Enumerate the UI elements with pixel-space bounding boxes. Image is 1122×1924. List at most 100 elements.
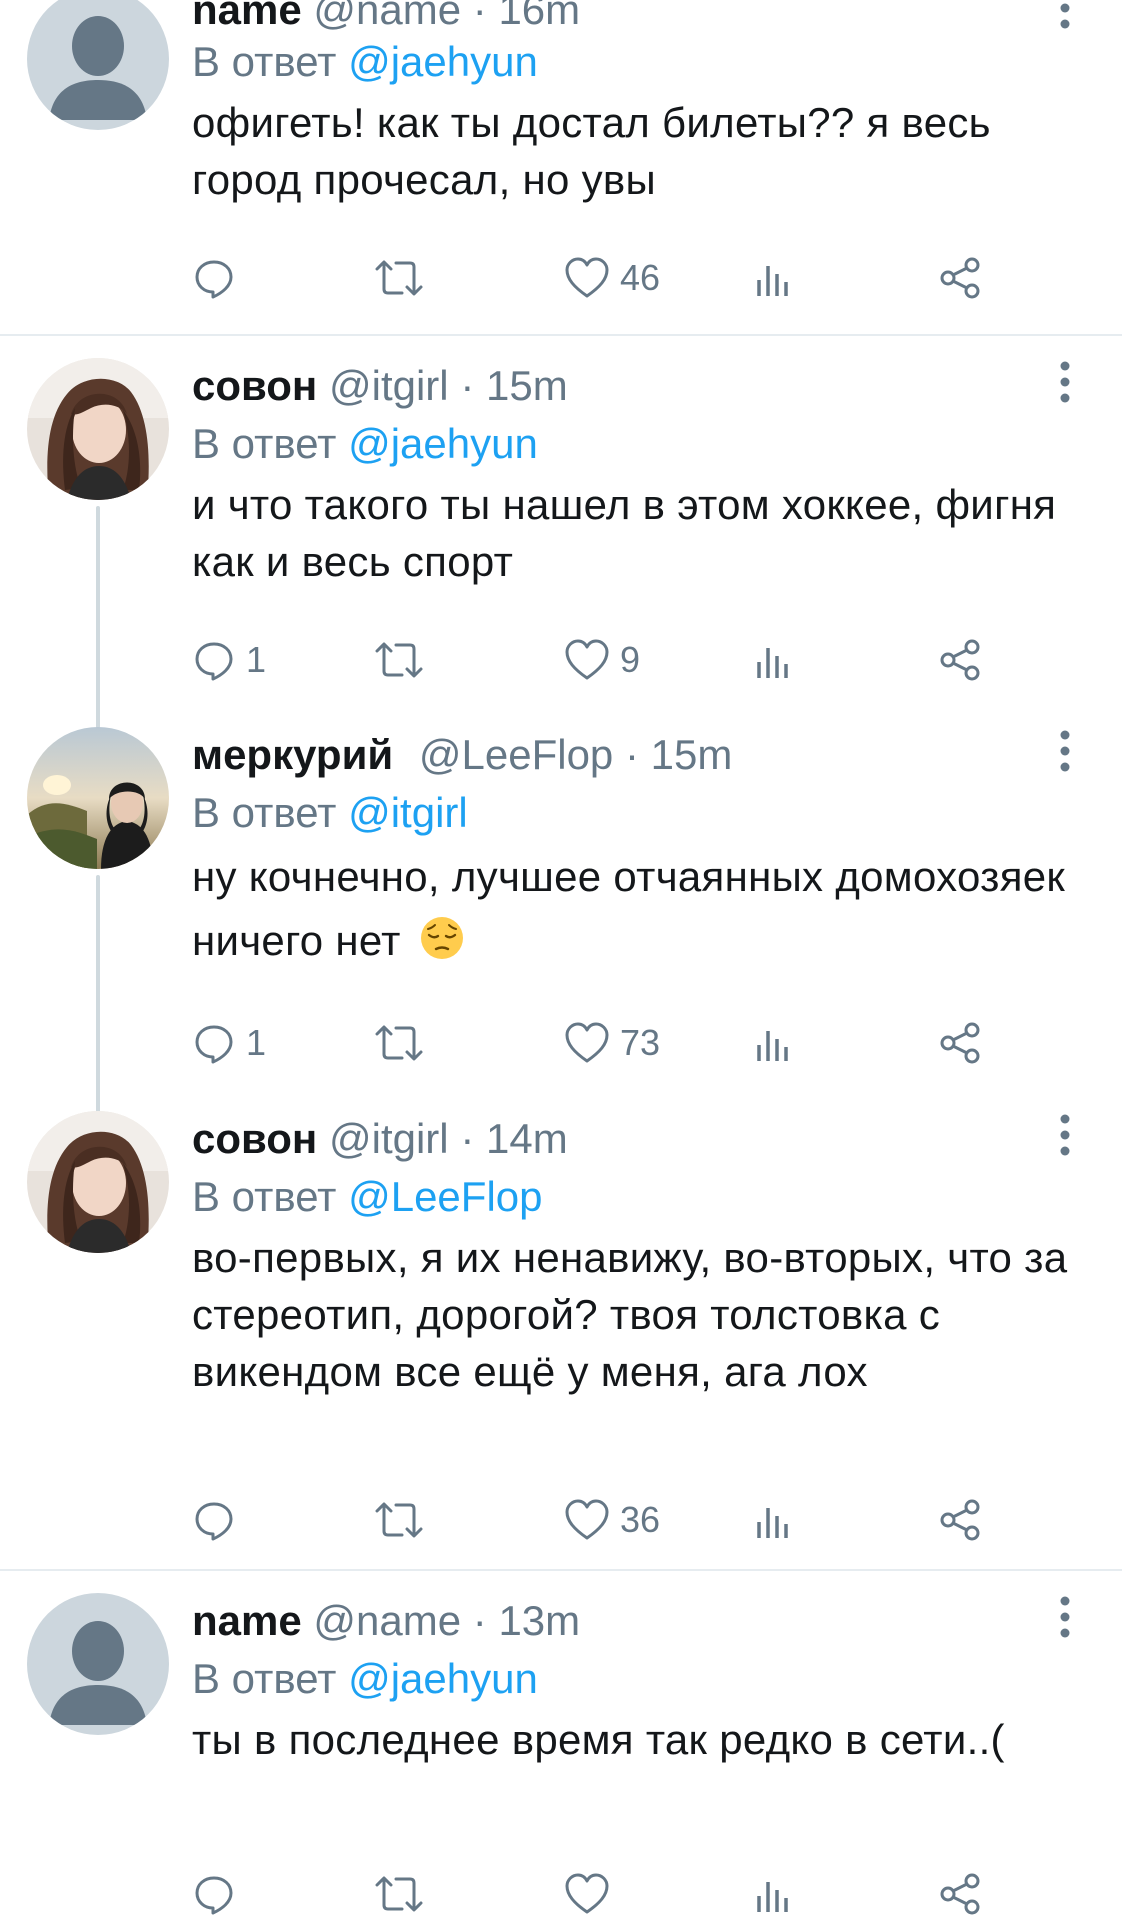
action-bar: 46 [0,248,1122,308]
share-button[interactable] [938,1490,982,1550]
avatar-photo[interactable] [27,727,169,869]
avatar-photo[interactable] [27,1111,169,1253]
reply-button[interactable] [192,1490,246,1550]
reply-mention-link[interactable]: @jaehyun [348,420,538,467]
author-handle[interactable]: @name [313,0,461,33]
reply-mention-link[interactable]: @itgirl [348,789,468,836]
reply-button[interactable]: 1 [192,1013,266,1073]
reply-context: В ответ @jaehyun [192,1651,538,1707]
like-button[interactable] [564,1864,620,1924]
retweet-button[interactable] [373,630,435,690]
replies-feed: name @name · 16m В ответ @jaehyun офигет… [0,0,1122,1920]
timestamp[interactable]: 14m [486,1115,568,1162]
reply-icon [195,1502,233,1541]
timestamp[interactable]: 16m [498,0,580,33]
author-handle[interactable]: @itgirl [329,1115,449,1162]
share-icon [940,257,980,299]
avatar-default[interactable] [27,1593,169,1735]
analytics-button[interactable] [755,248,791,308]
reply-mention-link[interactable]: @jaehyun [348,1655,538,1702]
separator-dot: · [624,731,639,778]
reply-context: В ответ @itgirl [192,785,468,841]
author-handle[interactable]: @itgirl [329,362,449,409]
share-icon [940,1873,980,1915]
retweet-button[interactable] [373,1013,435,1073]
avatar-default[interactable] [27,0,169,130]
like-count: 36 [620,1499,661,1540]
like-count: 9 [620,639,641,680]
tweet-header: совон @itgirl · 15m [192,358,568,414]
more-options-icon[interactable] [1050,1593,1080,1641]
reply-button[interactable] [192,248,246,308]
tweet-text: и что такого ты нашел в этом хоккее, фиг… [192,481,1057,585]
tweet[interactable]: name @name · 13m В ответ @jaehyun ты в п… [0,1593,1122,1920]
tweet-header: name @name · 16m [192,0,580,38]
avatar-photo[interactable] [27,358,169,500]
author-name[interactable]: name [192,1597,302,1644]
reply-button[interactable] [192,1864,246,1924]
author-handle[interactable]: @name [313,1597,461,1644]
share-button[interactable] [938,630,982,690]
like-count: 73 [620,1022,661,1063]
reply-icon [195,1876,233,1915]
more-options-icon[interactable] [1050,0,1080,32]
share-icon [940,1499,980,1541]
reply-context: В ответ @jaehyun [192,34,538,90]
more-options-icon[interactable] [1050,358,1080,406]
like-count: 46 [620,257,661,298]
retweet-button[interactable] [373,1490,435,1550]
like-button[interactable]: 9 [564,630,640,690]
analytics-button[interactable] [755,1864,791,1924]
reply-prefix: В ответ [192,1173,337,1220]
action-bar: 36 [0,1490,1122,1550]
tweet-text-content: ну кочнечно, лучшее отчаянных домохозяек… [192,853,1066,964]
author-name[interactable]: меркурий [192,731,393,778]
timestamp[interactable]: 15m [486,362,568,409]
separator-dot: · [460,1115,475,1162]
author-name[interactable]: совон [192,362,317,409]
tweet[interactable]: совон @itgirl · 14m В ответ @LeeFlop во-… [0,1111,1122,1571]
tweet-text: офигеть! как ты достал билеты?? я весь г… [192,99,991,203]
reply-button[interactable]: 1 [192,630,266,690]
reply-prefix: В ответ [192,420,337,467]
tweet[interactable]: совон @itgirl · 15m В ответ @jaehyun и ч… [0,358,1122,736]
action-bar: 1 73 [0,1013,1122,1073]
tweet[interactable]: name @name · 16m В ответ @jaehyun офигет… [0,0,1122,336]
share-button[interactable] [938,248,982,308]
reply-count: 1 [246,639,267,680]
like-button[interactable]: 46 [564,248,660,308]
tweet-header: совон @itgirl · 14m [192,1111,568,1167]
timestamp[interactable]: 13m [498,1597,580,1644]
reply-prefix: В ответ [192,1655,337,1702]
reply-prefix: В ответ [192,38,337,85]
reply-icon [195,260,233,299]
tweet-text: ну кочнечно, лучшее отчаянных домохозяек… [192,845,1092,979]
reply-mention-link[interactable]: @LeeFlop [348,1173,542,1220]
author-name[interactable]: совон [192,1115,317,1162]
retweet-button[interactable] [373,1864,435,1924]
author-name[interactable]: name [192,0,302,33]
like-button[interactable]: 73 [564,1013,660,1073]
tweet-text: ты в последнее время так редко в сети..( [192,1716,1005,1763]
timestamp[interactable]: 15m [651,731,733,778]
reply-icon [195,642,233,681]
pensive-face-icon [419,915,465,979]
analytics-button[interactable] [755,630,791,690]
share-icon [940,1022,980,1064]
share-button[interactable] [938,1864,982,1924]
heart-icon [565,1499,609,1540]
more-options-icon[interactable] [1050,1111,1080,1159]
separator-dot: · [460,362,475,409]
analytics-icon [757,1882,788,1912]
separator-dot: · [472,0,487,33]
analytics-button[interactable] [755,1490,791,1550]
analytics-button[interactable] [755,1013,791,1073]
share-button[interactable] [938,1013,982,1073]
like-button[interactable]: 36 [564,1490,660,1550]
retweet-icon [375,642,423,678]
author-handle[interactable]: @LeeFlop [419,731,613,778]
retweet-button[interactable] [373,248,435,308]
reply-mention-link[interactable]: @jaehyun [348,38,538,85]
more-options-icon[interactable] [1050,727,1080,775]
tweet[interactable]: меркурий @LeeFlop · 15m В ответ @itgirl … [0,727,1122,1125]
